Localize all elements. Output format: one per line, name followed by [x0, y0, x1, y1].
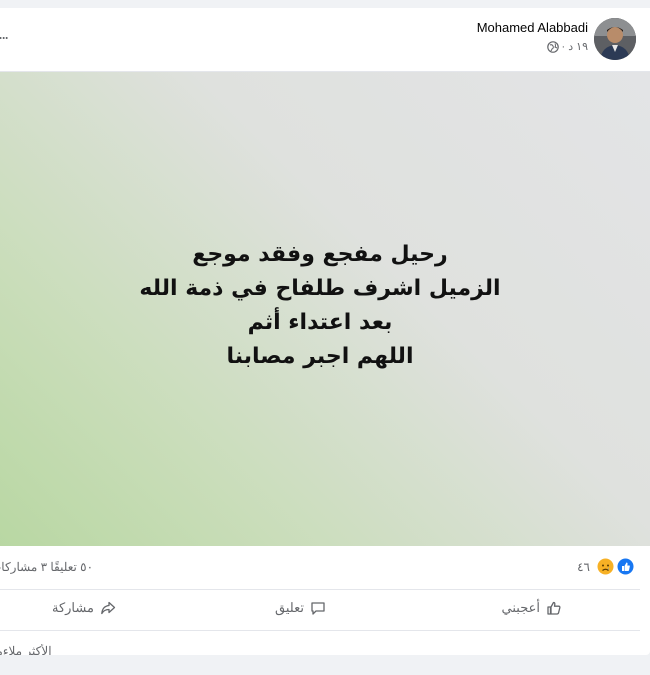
share-icon	[101, 601, 116, 615]
like-button[interactable]: أعجبني	[502, 600, 562, 616]
post-card: ... Mohamed Alabbadi ١٩ د · رح	[0, 8, 650, 655]
comment-icon	[311, 602, 325, 615]
sad-reaction-icon	[597, 558, 614, 575]
post-background[interactable]: رحيل مفجع وفقد موجع الزميل اشرف طلفاح في…	[0, 72, 650, 546]
more-options-button[interactable]: ...	[0, 26, 9, 42]
post-time[interactable]: ١٩ د	[568, 40, 588, 53]
share-label: مشاركة	[52, 600, 94, 615]
post-text-line: رحيل مفجع وفقد موجع	[192, 242, 448, 267]
reactions-summary[interactable]: ٤٦	[577, 558, 634, 575]
like-reaction-icon	[617, 558, 634, 575]
globe-icon	[546, 40, 559, 53]
post-meta: ١٩ د ·	[546, 40, 588, 53]
comment-sort-selector[interactable]: الأكثر ملاءمة	[0, 644, 52, 655]
comment-button[interactable]: تعليق	[275, 600, 326, 616]
post-text-line: الزميل اشرف طلفاح في ذمة الله	[139, 276, 501, 301]
post-text-line: بعد اعتداء أثم	[247, 310, 393, 335]
author-name[interactable]: Mohamed Alabbadi	[477, 20, 588, 35]
comments-shares-count[interactable]: ٥٠ تعليقًا ٣ مشاركات	[0, 560, 93, 574]
share-button[interactable]: مشاركة	[52, 600, 116, 616]
thumbs-up-icon	[547, 601, 561, 615]
avatar[interactable]	[594, 18, 636, 60]
comment-label: تعليق	[275, 600, 304, 615]
post-text-line: اللهم اجبر مصابنا	[226, 344, 414, 369]
like-label: أعجبني	[501, 600, 540, 615]
post-header: ... Mohamed Alabbadi ١٩ د ·	[0, 8, 650, 72]
actions-divider	[0, 630, 640, 631]
post-counts: ٥٠ تعليقًا ٣ مشاركات ٤٦	[0, 546, 650, 590]
post-actions: أعجبني تعليق مشاركة	[0, 590, 650, 630]
reaction-count: ٤٦	[577, 559, 590, 574]
post-text: رحيل مفجع وفقد موجع الزميل اشرف طلفاح في…	[139, 238, 500, 374]
